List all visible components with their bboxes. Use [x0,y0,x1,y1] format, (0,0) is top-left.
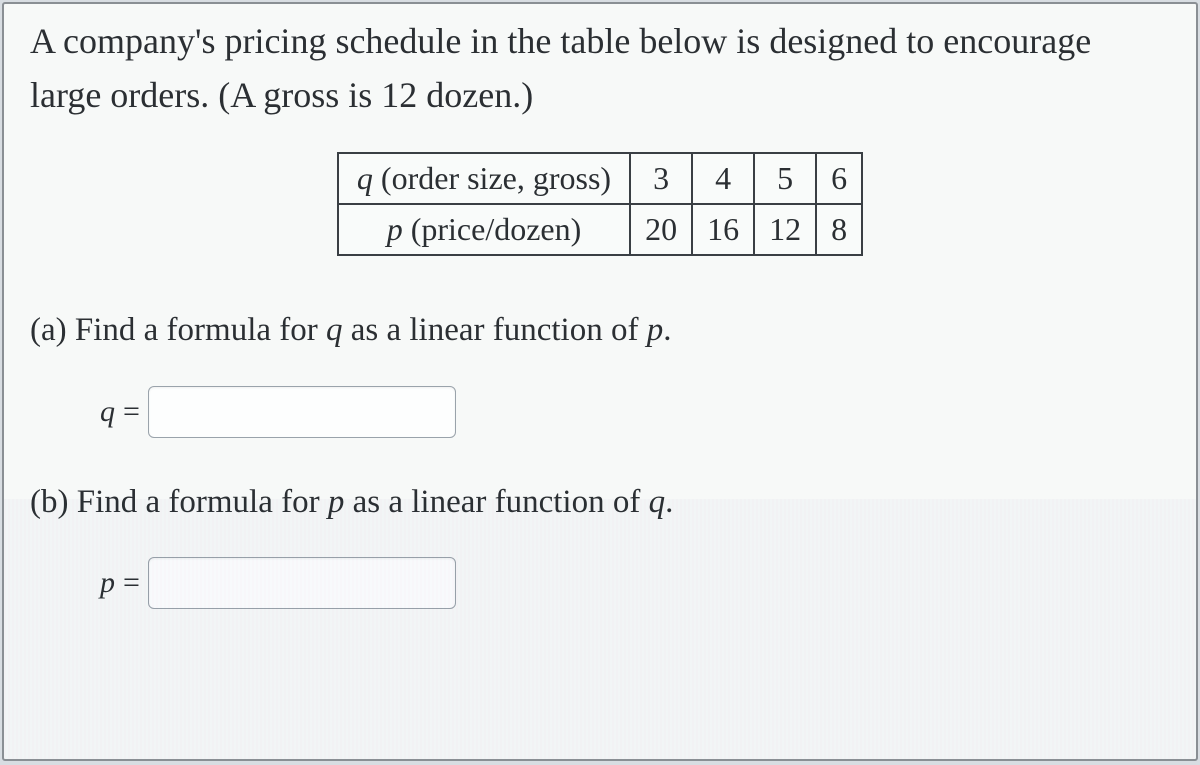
part-a-input[interactable] [148,386,456,438]
table-row: p (price/dozen) 20 16 12 8 [338,204,862,255]
part-b-input[interactable] [148,557,456,609]
part-b-prompt: (b) Find a formula for p as a linear fun… [30,478,1170,528]
cell-q-1: 4 [692,153,754,204]
part-a-answer-row: q = [100,386,1170,438]
row-header-q: q (order size, gross) [338,153,630,204]
part-b-var-label: p [100,566,115,600]
equals-sign: = [123,566,140,600]
pricing-table: q (order size, gross) 3 4 5 6 p (price/d… [337,152,863,256]
part-a-var-label: q [100,395,115,429]
cell-q-2: 5 [754,153,816,204]
cell-p-3: 8 [816,204,862,255]
cell-p-1: 16 [692,204,754,255]
question-page: A company's pricing schedule in the tabl… [2,2,1198,761]
row-header-p: p (price/dozen) [338,204,630,255]
problem-intro: A company's pricing schedule in the tabl… [30,14,1170,122]
part-a-prompt: (a) Find a formula for q as a linear fun… [30,306,1170,356]
equals-sign: = [123,395,140,429]
part-b-answer-row: p = [100,557,1170,609]
cell-q-0: 3 [630,153,692,204]
table-row: q (order size, gross) 3 4 5 6 [338,153,862,204]
screen-moire-overlay [4,499,1196,759]
cell-p-0: 20 [630,204,692,255]
cell-q-3: 6 [816,153,862,204]
cell-p-2: 12 [754,204,816,255]
pricing-table-wrap: q (order size, gross) 3 4 5 6 p (price/d… [30,152,1170,256]
